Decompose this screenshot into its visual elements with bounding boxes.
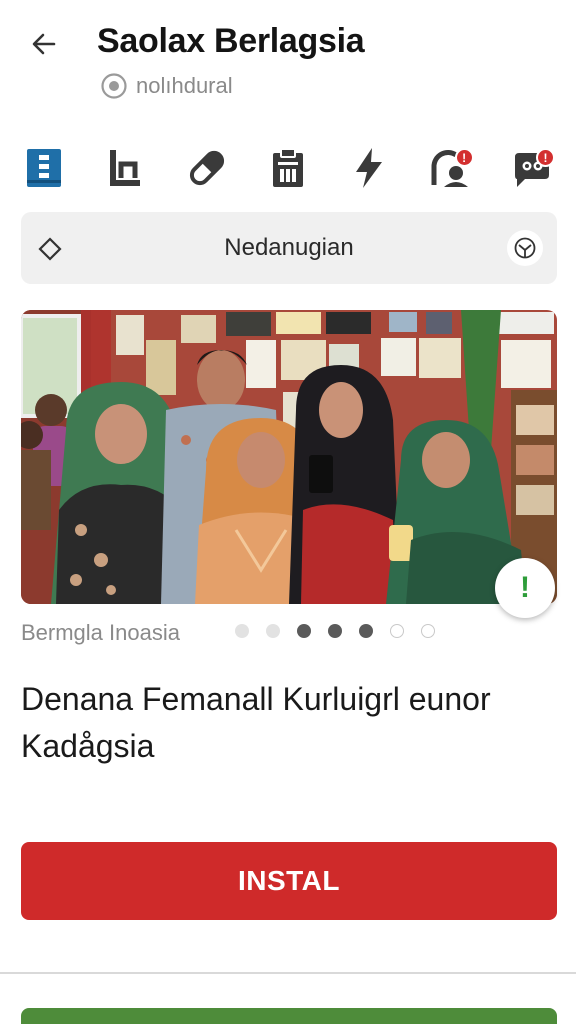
chat-badge: ! xyxy=(535,148,555,167)
chat-button[interactable]: ! xyxy=(508,144,556,192)
alert-badge: ! xyxy=(454,148,474,167)
carousel-dot-3[interactable] xyxy=(297,624,311,638)
photo-caption: Bermgla Inoasia xyxy=(21,620,180,645)
category-selector[interactable]: Nedanugian xyxy=(21,212,557,284)
stats-button[interactable] xyxy=(101,144,149,192)
target-icon xyxy=(101,73,127,99)
calendar-grid-button[interactable] xyxy=(20,144,68,192)
exclamation-icon: ! xyxy=(520,571,530,604)
carousel-dot-1[interactable] xyxy=(235,624,249,638)
calendar-grid-icon xyxy=(27,149,61,187)
page-subtitle: nolıhdural xyxy=(136,73,233,98)
carousel-dot-6[interactable] xyxy=(390,624,404,638)
carousel-dot-2[interactable] xyxy=(266,624,280,638)
lightning-icon xyxy=(356,148,383,188)
medicine-button[interactable] xyxy=(183,144,231,192)
quick-action-button[interactable] xyxy=(345,144,393,192)
back-button[interactable] xyxy=(26,26,62,62)
section-divider xyxy=(0,972,576,974)
page-title: Saolax Berlagsia xyxy=(97,22,365,60)
help-fab-button[interactable]: ! xyxy=(495,558,555,618)
clipboard-button[interactable] xyxy=(264,144,312,192)
icon-toolbar: ! ! xyxy=(20,140,556,196)
back-arrow-icon xyxy=(32,33,56,55)
category-label: Nedanugian xyxy=(224,234,354,261)
chart-icon xyxy=(110,150,141,186)
article-headline: Denana Femanall Kurluigrl eunor Kadågsia xyxy=(21,681,491,764)
app-header: Saolax Berlagsia nolıhdural xyxy=(0,0,576,120)
subtitle-row: nolıhdural xyxy=(100,72,233,100)
filter-button[interactable] xyxy=(507,230,543,266)
group-photo-image xyxy=(21,310,557,604)
clipboard-icon xyxy=(272,148,303,187)
featured-photo[interactable] xyxy=(21,310,557,604)
carousel-dot-5[interactable] xyxy=(359,624,373,638)
carousel-dot-4[interactable] xyxy=(328,624,342,638)
shield-check-icon xyxy=(514,237,536,259)
alerts-button[interactable]: ! xyxy=(427,144,475,192)
secondary-action-button[interactable] xyxy=(21,1008,557,1024)
pill-icon xyxy=(189,150,224,186)
install-button[interactable]: INSTAL xyxy=(21,842,557,920)
carousel-dot-7[interactable] xyxy=(421,624,435,638)
carousel-pagination xyxy=(235,624,435,638)
